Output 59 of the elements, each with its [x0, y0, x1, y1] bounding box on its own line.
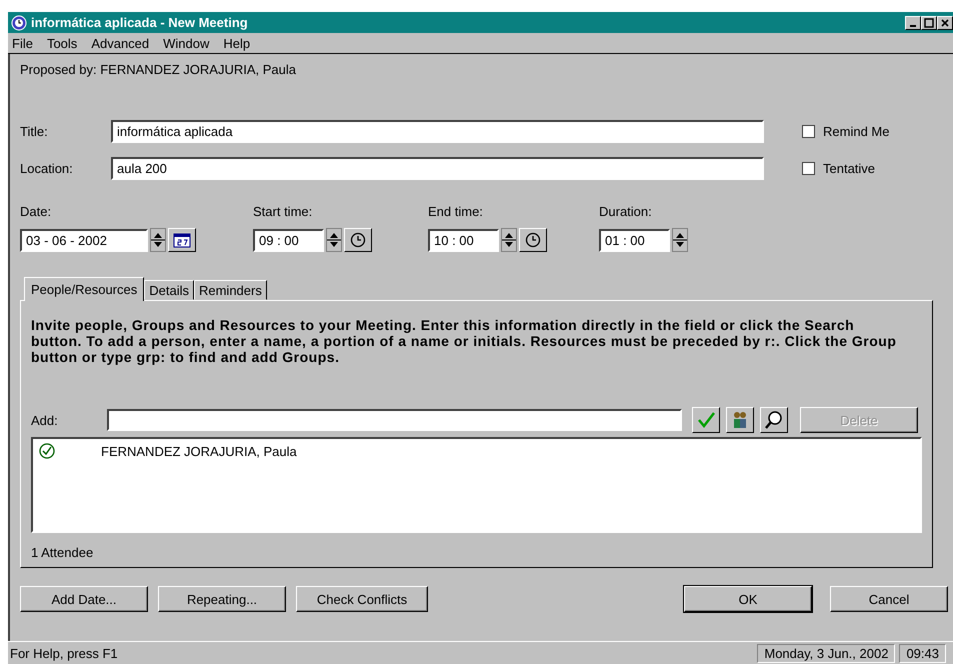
menu-item[interactable]: Tools	[46, 36, 78, 50]
spin-button[interactable]	[326, 228, 342, 252]
spin-button[interactable]	[150, 228, 166, 252]
status-text: For Help, press F1	[10, 646, 118, 660]
window-title: informática aplicada - New Meeting	[31, 15, 249, 30]
minimize-button[interactable]	[905, 16, 921, 30]
search-icon	[764, 410, 784, 430]
minimize-icon	[910, 24, 916, 26]
time-field[interactable]: 01 : 00	[599, 228, 670, 252]
close-button[interactable]	[937, 16, 953, 30]
close-icon	[940, 18, 950, 28]
clock-icon	[525, 232, 541, 248]
add-field[interactable]	[107, 409, 682, 431]
status-time: 09:43	[899, 644, 946, 662]
clock-icon	[350, 232, 366, 248]
time-field[interactable]: 10 : 00	[428, 228, 499, 252]
tab[interactable]: People/Resources	[24, 277, 144, 301]
maximize-button[interactable]	[921, 16, 937, 30]
calendar-icon	[173, 232, 191, 248]
instructions-text: Invite people, Groups and Resources to your Meeting. Enter this information directly in the field or click the Search button. To add a person, enter a name, a portion of a name or initials. Resources must be preceded by r:. Click the Group button or type grp: to find and add Groups.	[31, 317, 898, 365]
option-checkbox[interactable]: Remind Me	[802, 124, 890, 139]
checkmark-button[interactable]	[692, 407, 720, 433]
add-label: Add:	[31, 412, 59, 428]
option-checkbox[interactable]: Tentative	[802, 161, 876, 176]
dialog-button[interactable]: Cancel	[830, 586, 948, 612]
field-label: End time:	[428, 204, 484, 219]
time-field[interactable]: 03 - 06 - 2002	[20, 228, 148, 252]
tab[interactable]: Reminders	[194, 280, 267, 300]
dialog-button[interactable]: OK	[684, 586, 812, 612]
field-label: Duration:	[599, 204, 653, 219]
attendee-count: 1 Attendee	[31, 545, 94, 560]
calendar-button[interactable]	[168, 228, 196, 252]
proposed-by-text: Proposed by: FERNANDEZ JORAJURIA, Paula	[20, 62, 297, 78]
time-field[interactable]: 09 : 00	[253, 228, 324, 252]
menu-item[interactable]: Help	[223, 36, 250, 50]
search-button[interactable]	[760, 407, 788, 433]
maximize-icon	[924, 18, 934, 28]
tab[interactable]: Details	[144, 280, 194, 300]
spin-button[interactable]	[501, 228, 517, 252]
status-date: Monday, 3 Jun., 2002	[757, 644, 896, 662]
text-field[interactable]: informática aplicada	[111, 120, 764, 143]
menu-item[interactable]: Advanced	[91, 36, 150, 50]
field-label: Title:	[20, 124, 49, 139]
group-button[interactable]	[726, 407, 754, 433]
menu-item[interactable]: Window	[163, 36, 210, 50]
clock-icon	[11, 14, 27, 30]
field-label: Location:	[20, 161, 74, 176]
dialog-button[interactable]: Add Date...	[20, 586, 148, 612]
attendee-name[interactable]: FERNANDEZ JORAJURIA, Paula	[101, 444, 297, 458]
field-label: Start time:	[253, 204, 314, 219]
clock-button[interactable]	[519, 228, 547, 252]
menu-item[interactable]: File	[12, 36, 33, 50]
text-field[interactable]: aula 200	[111, 157, 764, 180]
field-label: Date:	[20, 204, 52, 219]
clock-button[interactable]	[344, 228, 372, 252]
dialog-button[interactable]: Repeating...	[158, 586, 286, 612]
spin-button[interactable]	[672, 228, 688, 252]
dialog-button[interactable]: Check Conflicts	[296, 586, 428, 612]
checkmark-icon	[696, 410, 716, 430]
